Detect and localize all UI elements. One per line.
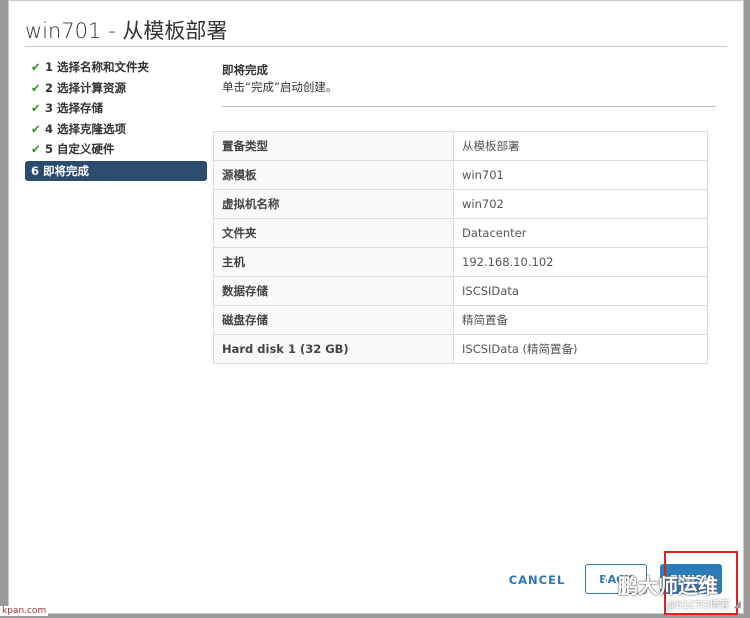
summary-table: 置备类型 从模板部署 源模板 win701 虚拟机名称 win702 文件夹 Datac… <box>213 131 708 364</box>
summary-key: 虚拟机名称 <box>213 189 454 219</box>
watermark-text: 鹏大师运维 <box>618 574 718 598</box>
wizard-step-label: 2 选择计算资源 <box>45 80 127 95</box>
resize-handle-icon[interactable]: ◢ <box>733 599 741 610</box>
wizard-step-1[interactable]: ✔ 1 选择名称和文件夹 <box>25 57 207 78</box>
wizard-step-3[interactable]: ✔ 3 选择存储 <box>25 98 207 119</box>
section-title: 即将完成 <box>222 63 268 77</box>
table-row: 文件夹 Datacenter <box>213 218 708 248</box>
summary-key: 磁盘存储 <box>213 305 454 335</box>
summary-value: win702 <box>453 189 708 219</box>
wizard-step-label: 3 选择存储 <box>45 101 104 115</box>
table-row: 主机 192.168.10.102 <box>213 247 708 277</box>
table-row: 磁盘存储 精简置备 <box>213 305 708 335</box>
summary-key: Hard disk 1 (32 GB) <box>213 334 454 364</box>
wizard-step-label: 1 选择名称和文件夹 <box>45 60 150 74</box>
section-divider <box>222 106 716 107</box>
main-panel: 即将完成 单击“完成”启动创建。 <box>222 59 716 107</box>
section-subtitle: 单击“完成”启动创建。 <box>222 80 338 94</box>
wizard-step-label: 5 自定义硬件 <box>45 142 115 156</box>
checkmark-icon: ✔ <box>31 142 41 156</box>
wizard-step-5[interactable]: ✔ 5 自定义硬件 <box>25 139 207 160</box>
watermark-left-text: kpan.com <box>0 606 49 616</box>
cancel-button[interactable]: CANCEL <box>506 569 568 591</box>
summary-key: 文件夹 <box>213 218 454 248</box>
summary-value: ISCSIData <box>453 276 708 306</box>
checkmark-icon: ✔ <box>31 80 41 95</box>
table-row: 数据存储 ISCSIData <box>213 276 708 306</box>
summary-value: Datacenter <box>453 218 708 248</box>
summary-key: 主机 <box>213 247 454 277</box>
summary-value: 192.168.10.102 <box>453 247 708 277</box>
wizard-step-4[interactable]: ✔ 4 选择克隆选项 <box>25 119 207 140</box>
summary-value: 精简置备 <box>453 305 708 335</box>
wizard-step-2[interactable]: ✔ 2 选择计算资源 <box>25 78 207 99</box>
watermark-subtext: @51CTO博客 <box>666 600 730 611</box>
summary-value: 从模板部署 <box>453 131 708 161</box>
wizard-step-6[interactable]: 6 即将完成 <box>25 160 207 181</box>
wizard-step-label: 6 即将完成 <box>31 163 90 178</box>
dialog-title: win701 - 从模板部署 <box>25 19 228 43</box>
checkmark-icon: ✔ <box>31 121 41 136</box>
table-row: 置备类型 从模板部署 <box>213 131 708 161</box>
summary-value: win701 <box>453 160 708 190</box>
table-row: 源模板 win701 <box>213 160 708 190</box>
wizard-steps: ✔ 1 选择名称和文件夹 ✔ 2 选择计算资源 ✔ 3 选择存储 ✔ 4 选择克隆选项 … <box>25 57 207 181</box>
wizard-step-label: 4 选择克隆选项 <box>45 121 127 136</box>
checkmark-icon: ✔ <box>31 60 41 74</box>
table-row: 虚拟机名称 win702 <box>213 189 708 219</box>
summary-value: ISCSIData (精简置备) <box>453 334 708 364</box>
summary-key: 置备类型 <box>213 131 454 161</box>
checkmark-icon: ✔ <box>31 101 41 115</box>
table-row: Hard disk 1 (32 GB) ISCSIData (精简置备) <box>213 334 708 364</box>
title-divider <box>25 46 727 47</box>
summary-key: 源模板 <box>213 160 454 190</box>
summary-key: 数据存储 <box>213 276 454 306</box>
